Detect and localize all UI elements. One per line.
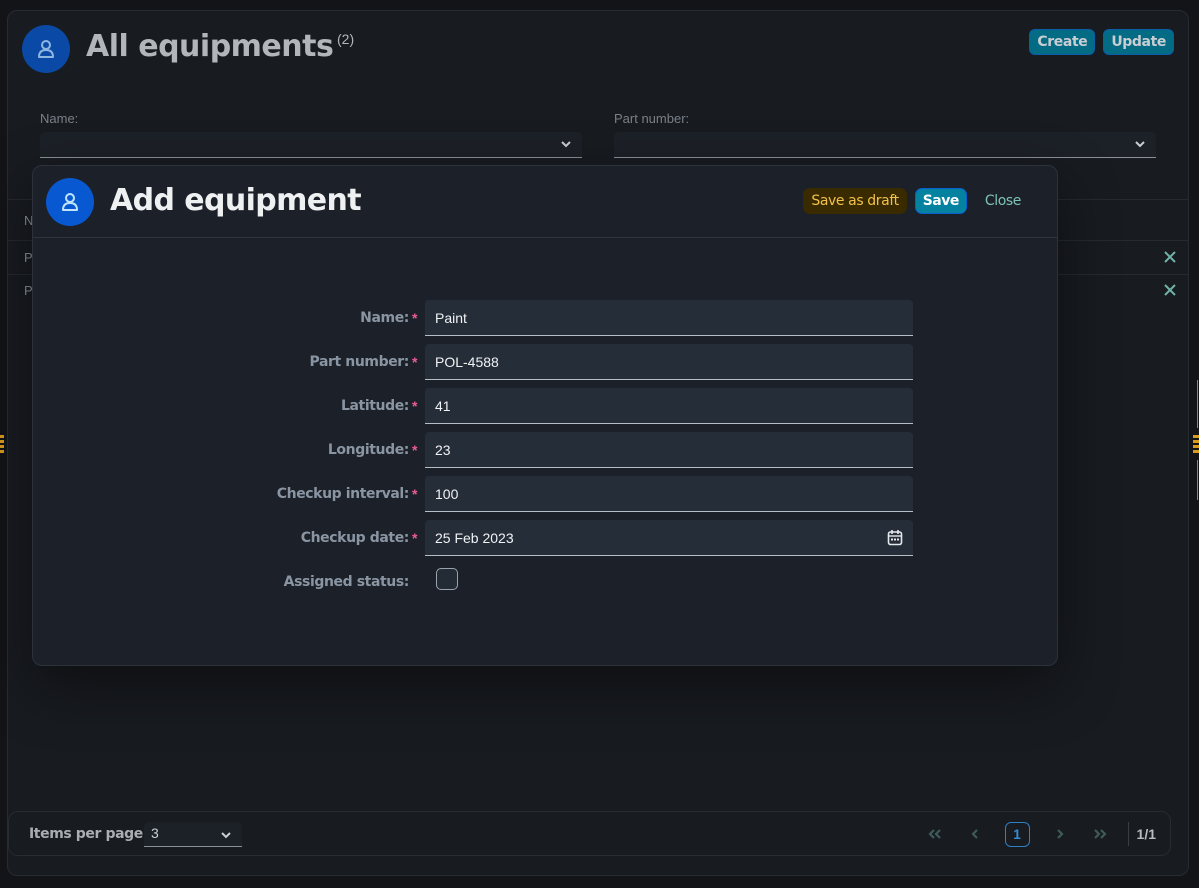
item-count-badge: (2) (337, 31, 355, 47)
form-row-latitude: Latitude: * (33, 388, 1057, 424)
double-chevron-left-icon (927, 829, 941, 839)
checkup-interval-input[interactable] (425, 476, 913, 512)
items-per-page-label: Items per page (29, 826, 143, 842)
page-number-button[interactable]: 1 (1004, 821, 1030, 847)
checkup-date-input[interactable] (425, 520, 913, 556)
user-icon (38, 40, 54, 58)
assigned-status-checkbox[interactable] (436, 568, 458, 590)
close-icon[interactable] (1164, 251, 1176, 263)
calendar-icon[interactable] (887, 529, 903, 546)
left-resize-handle[interactable] (0, 435, 4, 453)
name-input[interactable] (425, 300, 913, 336)
part-number-input[interactable] (425, 344, 913, 380)
save-as-draft-button[interactable]: Save as draft (803, 188, 907, 214)
close-button[interactable]: Close (975, 188, 1029, 214)
dialog-header: Add equipment Save as draft Save Close (33, 166, 1057, 238)
required-marker: * (412, 486, 418, 502)
latitude-label: Latitude: (340, 398, 409, 414)
update-button[interactable]: Update (1103, 29, 1174, 55)
add-equipment-dialog: Add equipment Save as draft Save Close N… (32, 165, 1058, 666)
items-per-page-select[interactable]: 3 (144, 822, 242, 847)
dialog-title: Add equipment (110, 183, 362, 218)
first-page-button[interactable] (915, 821, 955, 847)
page-total: 1/1 (1136, 826, 1156, 842)
name-label: Name: (360, 310, 409, 326)
chevron-down-icon (221, 832, 231, 839)
part-number-label: Part number: (309, 354, 409, 370)
part-number-filter-select[interactable] (614, 132, 1156, 158)
save-button[interactable]: Save (914, 188, 967, 214)
user-icon (62, 193, 78, 211)
chevron-down-icon (561, 141, 571, 148)
part-number-filter-label: Part number: (614, 111, 690, 126)
chevron-left-icon (970, 829, 978, 839)
pagination-footer: Items per page 3 1 1/1 (8, 811, 1171, 856)
latitude-input[interactable] (425, 388, 913, 424)
form-row-checkup-date: Checkup date: * (33, 520, 1057, 556)
checkup-date-label: Checkup date: (300, 530, 410, 546)
required-marker: * (412, 354, 418, 370)
right-resize-handle[interactable] (1193, 380, 1199, 500)
checkup-interval-label: Checkup interval: (276, 486, 410, 502)
required-marker: * (412, 310, 418, 326)
last-page-button[interactable] (1080, 821, 1120, 847)
required-marker: * (412, 442, 418, 458)
required-marker: * (412, 398, 418, 414)
longitude-label: Longitude: (327, 442, 410, 458)
page-avatar (22, 25, 70, 73)
name-filter-select[interactable] (40, 132, 582, 158)
required-marker: * (412, 530, 418, 546)
chevron-down-icon (1135, 141, 1145, 148)
assigned-status-label: Assigned status: (283, 574, 410, 590)
chevron-right-icon (1056, 829, 1064, 839)
form-row-assigned-status: Assigned status: (33, 564, 1057, 600)
close-icon[interactable] (1164, 284, 1176, 296)
previous-page-button[interactable] (955, 821, 995, 847)
next-page-button[interactable] (1040, 821, 1080, 847)
name-filter-label: Name: (40, 111, 79, 126)
create-button[interactable]: Create (1029, 29, 1096, 55)
dialog-avatar (46, 178, 94, 226)
pager-divider (1127, 822, 1129, 846)
longitude-input[interactable] (425, 432, 913, 468)
double-chevron-right-icon (1093, 829, 1107, 839)
items-per-page-value: 3 (151, 825, 159, 841)
form-row-longitude: Longitude: * (33, 432, 1057, 468)
form-row-part-number: Part number: * (33, 344, 1057, 380)
form-row-name: Name: * (33, 300, 1057, 336)
page-title: All equipments (86, 29, 334, 64)
form-row-checkup-interval: Checkup interval: * (33, 476, 1057, 512)
